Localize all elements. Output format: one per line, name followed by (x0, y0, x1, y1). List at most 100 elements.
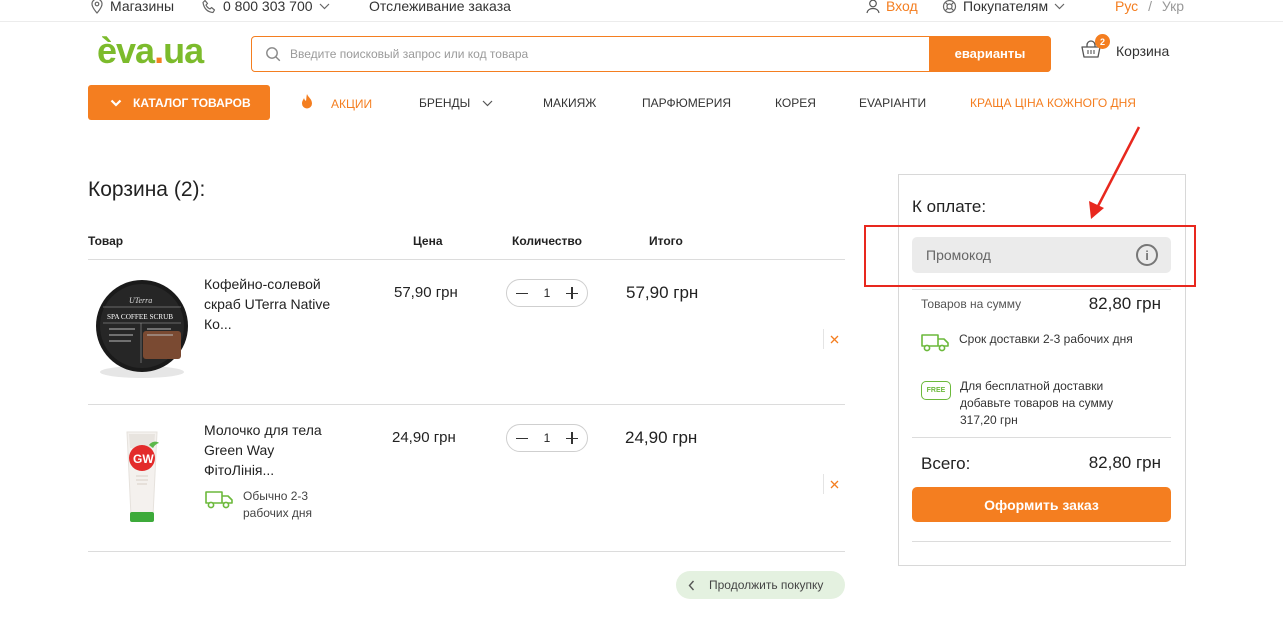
chevron-left-icon (688, 580, 695, 590)
track-order-link[interactable]: Отслеживание заказа (369, 0, 511, 14)
subtotal-value: 82,80 грн (1088, 294, 1161, 313)
nav-label: EVAРІАНТИ (859, 96, 927, 110)
cart-count-badge: 2 (1095, 34, 1110, 49)
delivery-note: Обычно 2-3 рабочих дня (205, 488, 323, 522)
nav-label: БРЕНДЫ (419, 96, 471, 110)
delivery-info-text: Срок доставки 2-3 рабочих дня (959, 332, 1133, 346)
delivery-truck-icon (205, 491, 233, 509)
close-icon (830, 335, 839, 343)
user-icon (866, 0, 880, 13)
column-header-total: Итого (649, 234, 683, 248)
product-name[interactable]: Кофейно-солевой скраб UTerra Native Ко..… (204, 274, 334, 334)
lang-separator: / (1144, 0, 1156, 14)
nav-label: АКЦИИ (331, 97, 373, 111)
quantity-value[interactable]: 1 (544, 431, 551, 445)
phone-icon (202, 0, 216, 13)
divider (912, 541, 1171, 542)
chevron-down-icon (319, 3, 329, 9)
language-switcher: Рус / Укр (1115, 0, 1184, 14)
nav-item-promotions[interactable]: АКЦИИ (300, 91, 372, 111)
product-total: 57,90 грн (626, 283, 699, 302)
column-header-price: Цена (413, 234, 443, 248)
header-cart[interactable]: 2 Корзина (1080, 34, 1169, 62)
remove-item-button[interactable] (823, 474, 845, 494)
divider (88, 551, 845, 552)
minus-icon[interactable] (515, 286, 529, 300)
top-bar: Магазины 0 800 303 700 Отслеживание зака… (0, 0, 1283, 22)
fire-icon (302, 93, 312, 108)
nav-item-perfumery[interactable]: ПАРФЮМЕРИЯ (642, 96, 731, 110)
logo-va: va (116, 30, 155, 71)
divider (88, 404, 845, 405)
continue-shopping-label: Продолжить покупку (709, 578, 824, 592)
total-label: Всего: (921, 454, 971, 473)
nav-label: МАКИЯЖ (543, 96, 597, 110)
buyers-label: Покупателям (963, 0, 1049, 14)
free-delivery-text: Для бесплатной доставки добавьте товаров… (960, 379, 1114, 427)
delivery-note-text: Обычно 2-3 рабочих дня (243, 489, 313, 520)
page-title: Корзина (2): (88, 178, 206, 201)
free-delivery-info: FREE Для бесплатной доставки добавьте то… (921, 378, 1145, 429)
nav-item-evarianty[interactable]: EVAРІАНТИ (859, 96, 926, 110)
product-image[interactable]: UTerra SPA COFFEE SCRUB (89, 273, 199, 383)
search-bar: Введите поисковый запрос или код товара … (251, 35, 1051, 72)
divider (912, 289, 1171, 290)
basket-icon: 2 (1080, 34, 1110, 62)
continue-shopping-button[interactable]: Продолжить покупку (676, 571, 845, 599)
quantity-value[interactable]: 1 (544, 286, 551, 300)
product-image-line: SPA COFFEE SCRUB (107, 313, 173, 321)
eva-logo[interactable]: èva.ua (97, 30, 204, 72)
product-total: 24,90 грн (625, 428, 698, 447)
summary-title: К оплате: (912, 197, 987, 216)
product-image[interactable]: GW (89, 418, 199, 528)
stores-link[interactable]: Магазины (90, 0, 174, 14)
chevron-down-icon (1054, 3, 1065, 9)
logo-dot: . (154, 30, 164, 71)
nav-item-makeup[interactable]: МАКИЯЖ (543, 96, 596, 110)
close-icon (830, 480, 839, 488)
login-label: Вход (886, 0, 918, 14)
quantity-stepper: 1 (506, 279, 588, 307)
product-name[interactable]: Молочко для тела Green Way ФітоЛінія... (204, 420, 334, 480)
minus-icon[interactable] (515, 431, 529, 445)
product-image-brand: GW (133, 452, 154, 466)
nav-item-korea[interactable]: КОРЕЯ (775, 96, 816, 110)
quantity-stepper: 1 (506, 424, 588, 452)
search-input[interactable]: Введите поисковый запрос или код товара (290, 47, 929, 61)
place-order-button[interactable]: Оформить заказ (912, 487, 1171, 522)
nav-label: ПАРФЮМЕРИЯ (642, 96, 732, 110)
search-button[interactable]: eварианты (929, 35, 1051, 72)
free-badge-icon: FREE (921, 381, 951, 400)
lang-ru[interactable]: Рус (1115, 0, 1138, 14)
stores-label: Магазины (110, 0, 175, 14)
lang-uk[interactable]: Укр (1162, 0, 1184, 14)
annotation-highlight-box (864, 225, 1196, 287)
phone-dropdown[interactable]: 0 800 303 700 (202, 0, 330, 14)
plus-icon[interactable] (565, 431, 579, 445)
nav-label: КРАЩА ЦІНА КОЖНОГО ДНЯ (970, 96, 1136, 110)
login-link[interactable]: Вход (866, 0, 918, 14)
total-value: 82,80 грн (1088, 453, 1161, 472)
track-order-label: Отслеживание заказа (369, 0, 511, 14)
logo-e: è (97, 30, 117, 71)
column-header-product: Товар (88, 234, 124, 248)
column-header-quantity: Количество (512, 234, 582, 248)
nav-item-best-price[interactable]: КРАЩА ЦІНА КОЖНОГО ДНЯ (970, 96, 1136, 110)
product-price: 24,90 грн (392, 429, 456, 446)
map-pin-icon (91, 0, 103, 14)
buyers-dropdown[interactable]: Покупателям (942, 0, 1065, 14)
phone-number: 0 800 303 700 (223, 0, 313, 14)
remove-item-button[interactable] (823, 329, 845, 349)
chevron-down-icon (482, 100, 493, 106)
nav-item-brands[interactable]: БРЕНДЫ (419, 96, 493, 110)
divider (912, 437, 1171, 438)
nav-label: КОРЕЯ (775, 96, 816, 110)
product-image-brand: UTerra (129, 296, 152, 305)
lifebuoy-icon (942, 0, 957, 13)
product-price: 57,90 грн (394, 284, 458, 301)
subtotal-label: Товаров на сумму (921, 297, 1022, 311)
annotation-arrow-icon (1089, 126, 1141, 219)
plus-icon[interactable] (565, 286, 579, 300)
catalog-button[interactable]: КАТАЛОГ ТОВАРОВ (88, 85, 270, 120)
divider (88, 259, 845, 260)
